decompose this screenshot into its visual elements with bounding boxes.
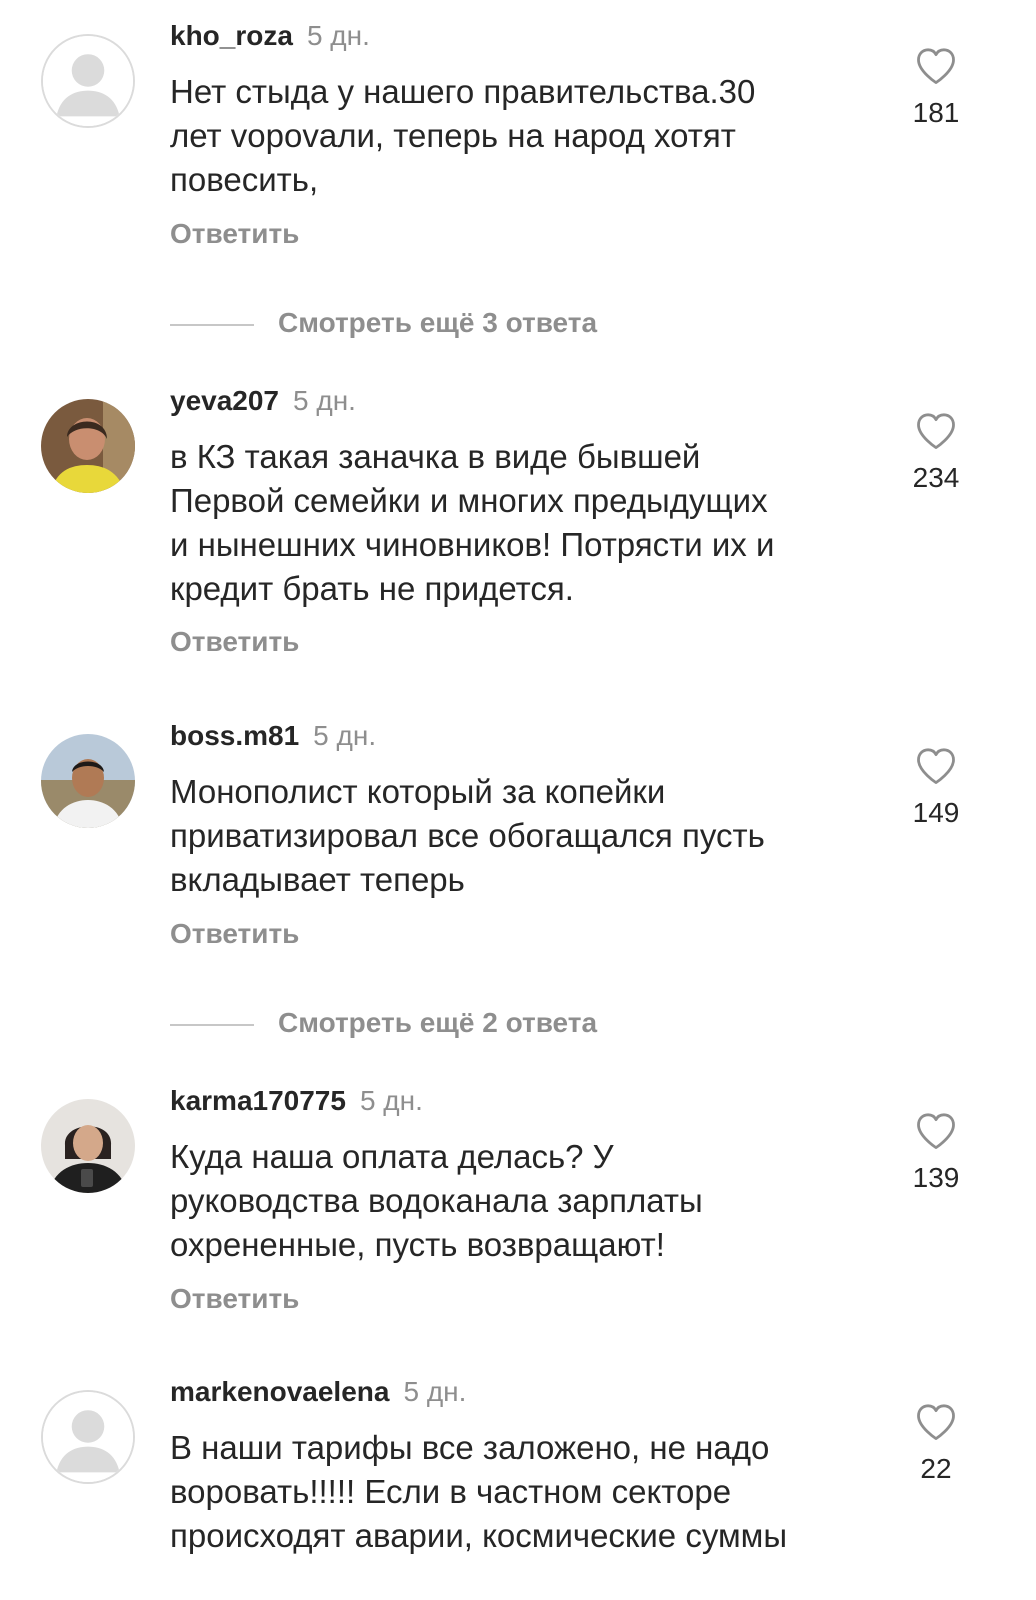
user-photo-avatar: [41, 734, 135, 828]
comment-username[interactable]: boss.m81: [170, 720, 299, 751]
heart-outline-icon[interactable]: [915, 1111, 957, 1151]
comment-text: Куда наша оплата делась? У руководства в…: [170, 1138, 703, 1263]
avatar[interactable]: [41, 1390, 135, 1484]
user-photo-avatar: [41, 1099, 135, 1193]
comment-time: 5 дн.: [403, 1376, 467, 1407]
comment-username[interactable]: kho_roza: [170, 20, 293, 51]
comment-time: 5 дн.: [359, 1085, 423, 1116]
divider-line: [170, 1024, 254, 1026]
like-group: 139: [896, 1111, 976, 1195]
comment-meta: karma170775 5 дн.: [170, 1083, 423, 1119]
like-group: 149: [896, 746, 976, 830]
comment-time: 5 дн.: [306, 20, 370, 51]
like-group: 181: [896, 46, 976, 130]
divider-line: [170, 324, 254, 326]
like-count: 22: [920, 1453, 952, 1484]
comment-username[interactable]: markenovaelena: [170, 1376, 389, 1407]
like-count: 149: [912, 797, 960, 828]
default-avatar-icon: [43, 36, 133, 126]
comment-text: Нет стыда у нашего правительства.30 лет …: [170, 73, 756, 198]
comment-username[interactable]: yeva207: [170, 385, 279, 416]
heart-outline-icon[interactable]: [915, 411, 957, 451]
user-photo-avatar: [41, 399, 135, 493]
comment-time: 5 дн.: [293, 385, 356, 416]
avatar[interactable]: [41, 399, 135, 493]
avatar[interactable]: [41, 734, 135, 828]
avatar[interactable]: [41, 1099, 135, 1193]
heart-outline-icon[interactable]: [915, 746, 957, 786]
avatar[interactable]: [41, 34, 135, 128]
comment-text: в КЗ такая заначка в виде бывшей Первой …: [170, 438, 775, 607]
reply-button[interactable]: Ответить: [170, 916, 299, 952]
comment-meta: yeva207 5 дн.: [170, 383, 356, 419]
view-more-replies-label: Смотреть ещё 3 ответа: [278, 307, 598, 338]
comment-meta: markenovaelena 5 дн.: [170, 1374, 466, 1410]
like-count: 234: [912, 462, 960, 493]
comment-text: Монополист который за копейки приватизир…: [170, 773, 765, 898]
comment-username[interactable]: karma170775: [170, 1085, 346, 1116]
reply-button[interactable]: Ответить: [170, 216, 299, 252]
reply-button[interactable]: Ответить: [170, 1281, 299, 1317]
comment-meta: boss.m81 5 дн.: [170, 718, 376, 754]
heart-outline-icon[interactable]: [915, 46, 957, 86]
heart-outline-icon[interactable]: [915, 1402, 957, 1442]
comment-time: 5 дн.: [313, 720, 377, 751]
like-group: 234: [896, 411, 976, 495]
default-avatar-icon: [43, 1392, 133, 1482]
like-count: 139: [912, 1162, 960, 1193]
reply-button[interactable]: Ответить: [170, 624, 299, 660]
comment-text: В наши тарифы все заложено, не надо воро…: [170, 1429, 788, 1554]
comment-meta: kho_roza 5 дн.: [170, 18, 370, 54]
like-count: 181: [912, 97, 960, 128]
like-group: 22: [896, 1402, 976, 1486]
view-more-replies-label: Смотреть ещё 2 ответа: [278, 1007, 598, 1038]
